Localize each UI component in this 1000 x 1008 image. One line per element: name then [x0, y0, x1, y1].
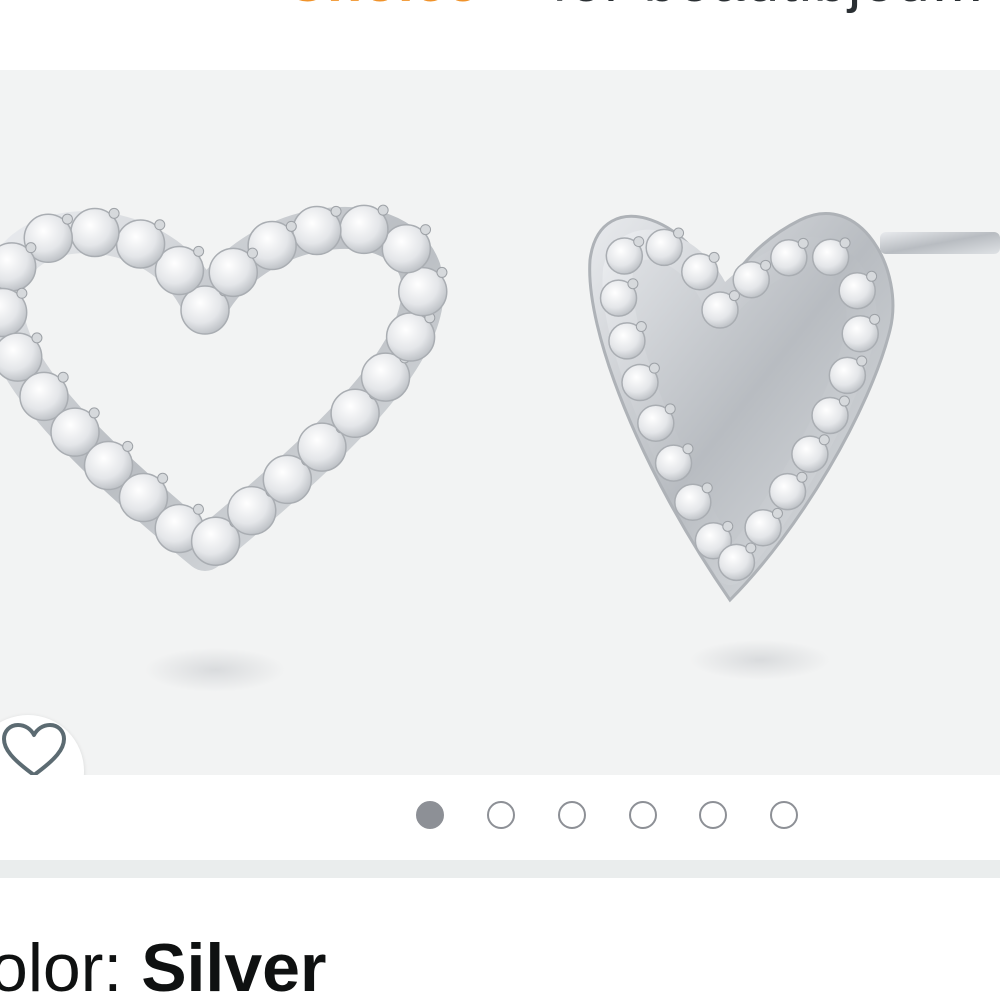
prong	[745, 542, 757, 554]
prong	[31, 332, 43, 344]
choice-badge: Choice	[285, 0, 478, 15]
prong	[330, 205, 342, 217]
section-divider	[0, 860, 1000, 878]
prong	[633, 236, 645, 248]
carousel-dot-5[interactable]	[699, 801, 727, 829]
prong	[157, 472, 169, 484]
prong	[436, 266, 448, 278]
prong	[88, 407, 100, 419]
color-variation-label: olor: Silver	[0, 928, 326, 1008]
prong	[648, 362, 660, 374]
prong	[856, 355, 868, 367]
carousel-dot-6[interactable]	[770, 801, 798, 829]
prong	[701, 482, 713, 494]
prong	[673, 227, 685, 239]
prong	[420, 224, 432, 236]
header-strip: Choice for beautibjou...	[0, 0, 1000, 70]
carousel-dot-1[interactable]	[416, 801, 444, 829]
prong	[796, 471, 808, 483]
heart-earrings-image	[0, 204, 1000, 692]
prong	[285, 220, 297, 232]
prong	[869, 313, 881, 325]
prong	[866, 270, 878, 282]
image-carousel-indicator	[0, 775, 1000, 860]
carousel-dot-2[interactable]	[487, 801, 515, 829]
prong	[122, 440, 134, 452]
heart-outline-icon	[2, 723, 66, 775]
product-image[interactable]	[0, 70, 1000, 775]
prong	[16, 287, 28, 299]
color-label: olor:	[0, 930, 142, 1006]
prong	[839, 237, 851, 249]
prong	[627, 278, 639, 290]
prong	[192, 503, 204, 515]
prong	[108, 207, 120, 219]
prong	[25, 242, 37, 254]
prong	[193, 245, 205, 257]
prong	[760, 259, 772, 271]
prong	[246, 247, 258, 259]
prong	[708, 251, 720, 263]
prong	[722, 520, 734, 532]
carousel-dot-4[interactable]	[629, 801, 657, 829]
prong	[771, 507, 783, 519]
prong	[664, 403, 676, 415]
carousel-dot-3[interactable]	[558, 801, 586, 829]
color-value: Silver	[141, 930, 327, 1006]
prong	[61, 213, 73, 225]
prong	[57, 371, 69, 383]
prong	[154, 219, 166, 231]
prong	[635, 321, 647, 333]
prong	[838, 395, 850, 407]
prong	[682, 443, 694, 455]
prong	[797, 237, 809, 249]
product-title-fragment[interactable]: for beautibjou...	[552, 0, 986, 15]
prong	[377, 204, 389, 216]
prong	[818, 434, 830, 446]
